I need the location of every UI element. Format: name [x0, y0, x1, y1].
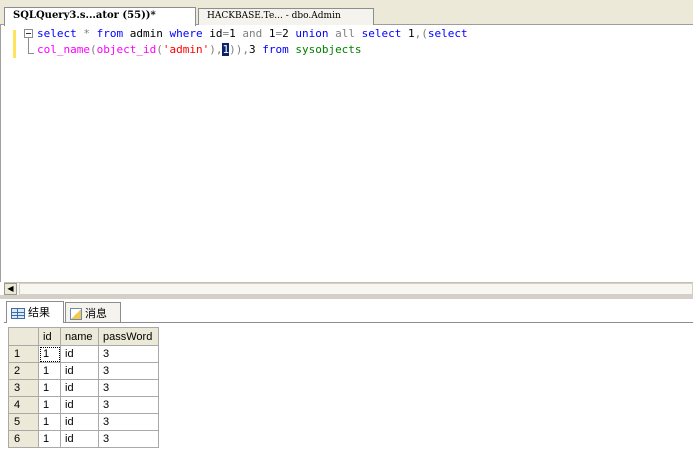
document-tab-strip: SQLQuery3.s...ator (55))* HACKBASE.Te...…: [0, 5, 693, 26]
cell-id[interactable]: 1: [38, 345, 61, 363]
tab-sqlquery3[interactable]: SQLQuery3.s...ator (55))*: [4, 7, 196, 26]
num-3: 3: [248, 43, 256, 56]
table-row[interactable]: 6 1 id 3: [8, 430, 159, 448]
scrollbar-thumb[interactable]: [19, 283, 693, 295]
row-number[interactable]: 2: [8, 362, 39, 380]
ident-id: id: [209, 27, 223, 40]
row-number[interactable]: 6: [8, 430, 39, 448]
table-row[interactable]: 5 1 id 3: [8, 413, 159, 431]
row-number[interactable]: 5: [8, 413, 39, 431]
table-row[interactable]: 1 1 id 3: [8, 345, 159, 363]
table-row[interactable]: 3 1 id 3: [8, 379, 159, 397]
tab-results[interactable]: 结果: [6, 301, 64, 323]
grid-icon: [11, 307, 25, 319]
op-and: and: [242, 27, 263, 40]
kw-union: union: [295, 27, 329, 40]
cell-name[interactable]: id: [60, 345, 99, 363]
table-row[interactable]: 2 1 id 3: [8, 362, 159, 380]
cell-name[interactable]: id: [60, 413, 99, 431]
cell-id[interactable]: 1: [38, 362, 61, 380]
tab-messages-label: 消息: [85, 307, 107, 320]
num-1b: 1: [268, 27, 276, 40]
cell-name[interactable]: id: [60, 362, 99, 380]
query-editor[interactable]: select * from admin where id=1 and 1=2 u…: [0, 25, 693, 282]
results-tab-bar: 结果 消息: [4, 299, 693, 323]
cell-password[interactable]: 3: [98, 430, 159, 448]
num-1: 1: [229, 27, 236, 40]
cell-password[interactable]: 3: [98, 379, 159, 397]
column-header-password[interactable]: passWord: [98, 327, 159, 346]
fold-guide-line: [28, 38, 34, 54]
op-close-comma: ),: [209, 43, 223, 56]
collapse-minus-box-icon[interactable]: [24, 29, 33, 38]
row-number[interactable]: 1: [8, 345, 39, 363]
kw-select: select: [37, 27, 77, 40]
cell-password[interactable]: 3: [98, 362, 159, 380]
num-2: 2: [282, 27, 289, 40]
table-row[interactable]: 4 1 id 3: [8, 396, 159, 414]
ident-sysobjects: sysobjects: [295, 43, 362, 56]
results-grid[interactable]: id name passWord 1 1 id 3 2 1 id 3 3 1 i…: [8, 327, 159, 448]
editor-gutter: [1, 25, 21, 282]
grid-header-row: id name passWord: [8, 327, 159, 346]
message-icon: [70, 308, 82, 320]
cell-name[interactable]: id: [60, 379, 99, 397]
column-header-id[interactable]: id: [38, 327, 61, 346]
row-number[interactable]: 4: [8, 396, 39, 414]
results-pane: id name passWord 1 1 id 3 2 1 id 3 3 1 i…: [4, 323, 693, 459]
cell-password[interactable]: 3: [98, 413, 159, 431]
cell-id[interactable]: 1: [38, 396, 61, 414]
num-1c: 1: [408, 27, 415, 40]
cell-password[interactable]: 3: [98, 396, 159, 414]
op-open-1: (: [89, 43, 97, 56]
kw-where: where: [169, 27, 203, 40]
fn-object-id: object_id: [96, 43, 157, 56]
code-line-2[interactable]: col_name(object_id('admin'),1)),3 from s…: [37, 43, 362, 57]
cell-name[interactable]: id: [60, 430, 99, 448]
cell-id[interactable]: 1: [38, 413, 61, 431]
kw-select-3: select: [427, 27, 468, 40]
cell-id[interactable]: 1: [38, 430, 61, 448]
op-star: *: [83, 27, 90, 40]
row-number[interactable]: 3: [8, 379, 39, 397]
change-indicator-bar: [13, 30, 16, 58]
grid-corner-cell[interactable]: [8, 327, 39, 346]
tab-results-label: 结果: [28, 306, 50, 319]
code-line-1[interactable]: select * from admin where id=1 and 1=2 u…: [37, 27, 468, 41]
kw-from-2: from: [262, 43, 289, 56]
str-admin: 'admin': [162, 43, 210, 56]
scroll-left-arrow-icon[interactable]: ◀: [4, 283, 17, 295]
kw-select-2: select: [361, 27, 402, 40]
kw-from: from: [96, 27, 124, 40]
column-header-name[interactable]: name: [60, 327, 99, 346]
tab-messages[interactable]: 消息: [65, 302, 121, 322]
tab-hackbase-admin[interactable]: HACKBASE.Te... - dbo.Admin: [198, 8, 374, 25]
cell-id[interactable]: 1: [38, 379, 61, 397]
cell-name[interactable]: id: [60, 396, 99, 414]
editor-horizontal-scrollbar[interactable]: ◀: [4, 282, 693, 295]
op-all: all: [335, 27, 355, 40]
fn-col-name: col_name: [37, 43, 90, 56]
cell-password[interactable]: 3: [98, 345, 159, 363]
op-close-2: )),: [229, 43, 249, 56]
op-paren: (: [421, 27, 428, 40]
op-open-2: (: [156, 43, 163, 56]
ident-table: admin: [129, 27, 163, 40]
